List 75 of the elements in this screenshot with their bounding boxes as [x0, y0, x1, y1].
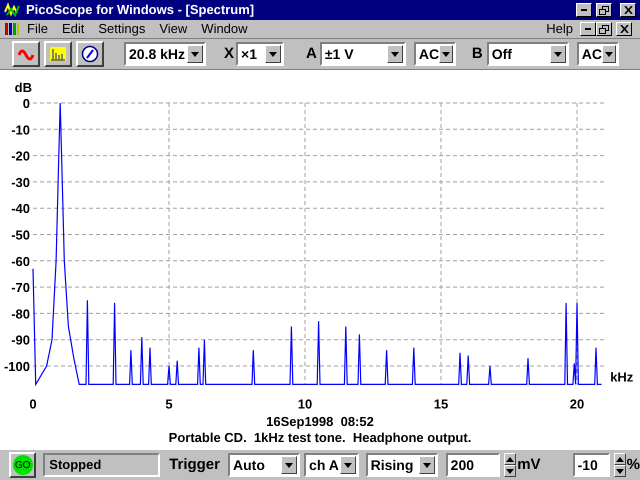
timestamp: 16Sep1998 08:52 — [265, 414, 375, 430]
timebase-dropdown[interactable]: 20.8 kHz — [124, 42, 206, 66]
coupling-dropdown[interactable]: AC — [414, 42, 456, 66]
dropdown-button[interactable] — [602, 45, 616, 63]
menu-item[interactable]: View — [152, 20, 194, 38]
x-tick-label: 0 — [29, 396, 37, 412]
y-tick-label: -90 — [11, 332, 30, 348]
minimize-button[interactable] — [580, 22, 596, 36]
field-label: mV — [517, 454, 541, 475]
status-field: Stopped — [43, 453, 160, 477]
spin-up-button[interactable] — [504, 453, 516, 465]
document-icon[interactable] — [4, 22, 20, 36]
y-tick-label: -20 — [11, 148, 30, 164]
input-field[interactable]: -10 — [572, 453, 610, 477]
field-label: B — [472, 44, 483, 64]
spin-up-button[interactable] — [614, 453, 626, 465]
trigger-channel-dropdown[interactable]: ch A — [304, 453, 359, 477]
minimize-button[interactable] — [576, 3, 592, 17]
menu-item[interactable]: Window — [194, 20, 255, 38]
y-tick-label: -40 — [11, 201, 30, 216]
range-dropdown[interactable]: Off — [486, 42, 569, 66]
x-tick-label: 15 — [434, 396, 448, 412]
close-icon — [620, 25, 628, 33]
x-axis-label: kHz — [610, 369, 634, 384]
multiplier-dropdown[interactable]: ×1 — [236, 42, 284, 66]
trigger-edge-dropdown[interactable]: Rising — [366, 453, 438, 477]
close-button[interactable] — [620, 3, 636, 17]
x-tick-label: 20 — [570, 396, 584, 412]
y-tick-label: -10 — [11, 122, 30, 138]
menu-item[interactable]: File — [20, 20, 55, 38]
window-title: PicoScope for Windows - [Spectrum] — [26, 1, 256, 20]
dropdown-button[interactable] — [386, 45, 403, 63]
close-icon — [624, 6, 632, 14]
restore-button[interactable] — [596, 22, 612, 36]
dropdown-button[interactable] — [281, 456, 298, 474]
range-dropdown[interactable]: ±1 V — [320, 42, 406, 66]
y-tick-label: -80 — [11, 306, 30, 322]
menu-item[interactable]: Edit — [54, 20, 92, 38]
x-tick-label: 10 — [298, 396, 312, 412]
y-tick-label: -60 — [11, 254, 30, 269]
dropdown-button[interactable] — [265, 45, 282, 63]
trigger-mode-dropdown[interactable]: Auto — [228, 453, 300, 477]
field-label: Trigger — [169, 454, 220, 475]
toolbar-button[interactable] — [76, 41, 104, 67]
y-tick-label: -50 — [11, 228, 30, 242]
close-button[interactable] — [616, 22, 632, 36]
field-label: A — [306, 44, 317, 64]
app-icon — [4, 2, 22, 18]
dial-icon — [81, 45, 99, 63]
menu-item[interactable]: Help — [539, 20, 580, 38]
bar-chart-icon — [49, 45, 67, 63]
caption: Portable CD. 1kHz test tone. Headphone output. — [168, 430, 472, 446]
toolbar-button[interactable] — [44, 41, 72, 67]
dropdown-button[interactable] — [340, 456, 356, 474]
spin-down-button[interactable] — [614, 465, 626, 477]
minimize-icon — [585, 28, 591, 30]
dropdown-button[interactable] — [187, 45, 203, 63]
field-label: X — [224, 44, 234, 64]
spin-down-button[interactable] — [504, 465, 516, 477]
y-tick-label: -70 — [11, 280, 30, 296]
y-tick-label: -100 — [4, 359, 30, 374]
toolbar-button[interactable] — [12, 41, 40, 67]
minimize-icon — [581, 9, 587, 11]
input-field[interactable]: 200 — [446, 453, 500, 477]
menu-item[interactable]: Settings — [91, 20, 152, 38]
dropdown-button[interactable] — [550, 45, 566, 63]
dropdown-button[interactable] — [418, 456, 435, 474]
y-axis-label: dB — [14, 80, 32, 95]
coupling-dropdown[interactable]: AC — [576, 42, 619, 66]
x-tick-label: 5 — [165, 396, 173, 412]
y-tick-label: 0 — [22, 96, 30, 111]
restore-button[interactable] — [596, 3, 612, 17]
field-label: % — [626, 454, 640, 475]
y-tick-label: -30 — [11, 174, 30, 190]
dropdown-button[interactable] — [439, 45, 453, 63]
